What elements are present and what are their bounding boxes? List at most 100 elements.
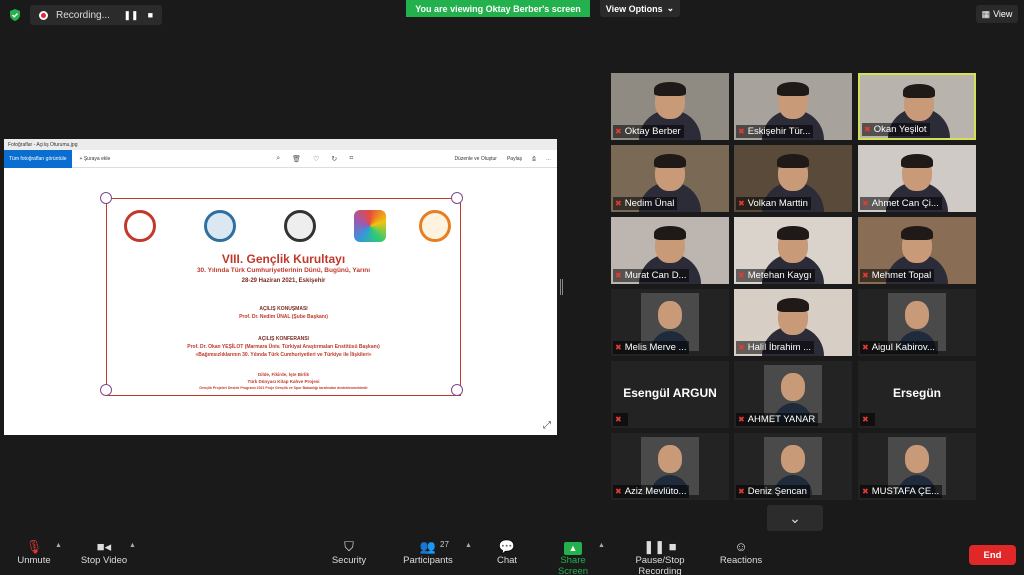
participant-name: MUSTAFA ÇE... [871, 486, 940, 497]
project-logo [354, 210, 386, 242]
favorite-icon[interactable]: ♡ [313, 155, 319, 163]
participant-name-tag: ✖ Nedim Ünal [613, 197, 678, 210]
participant-name-tag: ✖ [860, 413, 875, 426]
muted-mic-icon: ✖ [864, 125, 871, 134]
video-options-caret-icon[interactable]: ▲ [129, 542, 136, 549]
share-screen-button[interactable]: ▲ Share Screen [545, 538, 601, 575]
participant-tile[interactable]: ✖ Aigul Kabirov... [858, 289, 976, 356]
shield-icon: ⛉ [344, 539, 354, 554]
participants-options-caret-icon[interactable]: ▲ [465, 542, 472, 549]
pause-recording-icon[interactable]: ❚❚ [123, 10, 138, 21]
participant-name-tag: ✖ Okan Yeşilot [862, 123, 930, 136]
university-logo [204, 210, 236, 242]
recording-indicator: Recording... ❚❚ ■ [30, 5, 162, 25]
more-icon[interactable]: … [546, 156, 551, 162]
photo-viewer: VIII. Gençlik Kurultayı 30. Yılında Türk… [4, 168, 557, 435]
shared-screen[interactable]: Fotoğraflar - Açılış Oturumu.jpg Tüm fot… [4, 139, 557, 435]
muted-mic-icon: ✖ [738, 415, 745, 424]
participant-name: Volkan Marttin [747, 198, 808, 209]
participant-name: Murat Can D... [624, 270, 687, 281]
muted-mic-icon: ✖ [738, 127, 745, 136]
chevron-down-icon: ⌄ [789, 509, 801, 526]
poster-opening-speaker: Prof. Dr. Nedim ÜNAL (Şube Başkanı) [239, 314, 328, 320]
unmute-label: Unmute [17, 555, 51, 566]
unmute-button[interactable]: 🎙 Unmute [14, 538, 54, 566]
participant-name: Aigul Kabirov... [871, 342, 935, 353]
share-photo-button[interactable]: Paylaş [507, 156, 522, 162]
audio-options-caret-icon[interactable]: ▲ [55, 542, 62, 549]
chat-bubble-icon: 💬 [498, 539, 516, 554]
muted-mic-icon: ✖ [738, 487, 745, 496]
participant-display-name: Ersegün [892, 386, 941, 400]
stop-video-label: Stop Video [80, 555, 128, 566]
participant-tile[interactable]: ✖ Ahmet Can Çi... [858, 145, 976, 212]
participant-name-tag: ✖ Oktay Berber [613, 125, 684, 138]
participant-tile[interactable]: Esengül ARGUN ✖ [611, 361, 729, 428]
muted-mic-icon: ✖ [862, 343, 869, 352]
participant-tile[interactable]: ✖ Halil İbrahim ... [734, 289, 852, 356]
participant-name: Deniz Şencan [747, 486, 807, 497]
reactions-label: Reactions [719, 555, 763, 566]
participant-name: Okan Yeşilot [873, 124, 927, 135]
participant-tile[interactable]: ✖ Metehan Kaygı [734, 217, 852, 284]
participant-name-tag: ✖ [613, 413, 628, 426]
view-button[interactable]: ▦ View [976, 5, 1018, 23]
viewing-screen-banner: You are viewing Oktay Berber's screen [406, 0, 590, 17]
participant-tile[interactable]: ✖ Eskişehir Tür... [734, 73, 852, 140]
view-all-photos-button[interactable]: Tüm fotoğrafları görüntüle [4, 149, 72, 168]
poster-conference-speaker: Prof. Dr. Okan YEŞİLOT (Marmara Üniv. Tü… [187, 344, 380, 350]
video-camera-icon: ■◂ [96, 539, 112, 554]
grid-icon: ▦ [981, 8, 991, 19]
participant-tile[interactable]: ✖ MUSTAFA ÇE... [858, 433, 976, 500]
participant-tile[interactable]: ✖ Volkan Marttin [734, 145, 852, 212]
pause-stop-recording-button[interactable]: ❚❚ ■ Pause/Stop Recording [614, 538, 706, 575]
crop-icon[interactable]: ⌗ [349, 155, 353, 163]
share-options-caret-icon[interactable]: ▲ [598, 542, 605, 549]
participant-tile[interactable]: Ersegün ✖ [858, 361, 976, 428]
participant-name: Melis Merve ... [624, 342, 687, 353]
participant-name-tag: ✖ Melis Merve ... [613, 341, 690, 354]
participant-tile[interactable]: ✖ Okan Yeşilot [858, 73, 976, 140]
zoom-icon[interactable]: ⌕ [276, 155, 280, 163]
muted-mic-icon: ✖ [862, 199, 869, 208]
recording-label: Recording... [56, 9, 110, 21]
participant-tile[interactable]: ✖ Murat Can D... [611, 217, 729, 284]
end-meeting-button[interactable]: End [969, 545, 1016, 565]
stop-recording-icon[interactable]: ■ [148, 10, 153, 20]
participant-tile[interactable]: ✖ Nedim Ünal [611, 145, 729, 212]
security-button[interactable]: ⛉ Security [330, 538, 368, 566]
chat-button[interactable]: 💬 Chat [492, 538, 522, 566]
reactions-button[interactable]: ☺ Reactions [719, 538, 763, 566]
participant-name-tag: ✖ AHMET YANAR [736, 413, 819, 426]
participant-name: Mehmet Topal [871, 270, 932, 281]
rotate-icon[interactable]: ↻ [331, 155, 337, 163]
record-dot-icon [39, 10, 48, 20]
muted-mic-icon: ✖ [615, 199, 622, 208]
muted-mic-icon: 🎙 [25, 539, 43, 554]
expand-icon[interactable]: ⤢ [543, 420, 551, 431]
participant-tile[interactable]: ✖ Deniz Şencan [734, 433, 852, 500]
stop-video-button[interactable]: ■◂ Stop Video [78, 538, 130, 566]
add-to-button[interactable]: + Şuraya ekle [80, 156, 111, 162]
muted-mic-icon: ✖ [862, 487, 869, 496]
delete-icon[interactable]: 🗑 [292, 155, 301, 163]
resize-handle[interactable] [560, 279, 563, 295]
muted-mic-icon: ✖ [738, 199, 745, 208]
poster-subtitle: 30. Yılında Türk Cumhuriyetlerinin Dünü,… [196, 267, 371, 274]
muted-mic-icon: ✖ [615, 487, 622, 496]
participant-tile[interactable]: ✖ Melis Merve ... [611, 289, 729, 356]
shield-check-icon[interactable] [8, 8, 22, 22]
view-options-button[interactable]: View Options ⌄ [600, 0, 680, 17]
poster-opening-conference: AÇILIŞ KONFERANSI [258, 336, 309, 342]
edit-create-button[interactable]: Düzenle ve Oluştur [454, 156, 497, 162]
poster-motto: Dilde, Fikirde, İşte Birlik [257, 372, 310, 377]
gallery-next-page-button[interactable]: ⌄ [767, 505, 823, 531]
participant-tile[interactable]: ✖ Oktay Berber [611, 73, 729, 140]
institution-logo [284, 210, 316, 242]
association-logo [419, 210, 451, 242]
participant-tile[interactable]: ✖ Aziz Mevlüto... [611, 433, 729, 500]
participant-name-tag: ✖ Mehmet Topal [860, 269, 935, 282]
participant-tile[interactable]: ✖ Mehmet Topal [858, 217, 976, 284]
print-icon[interactable]: ⎙ [532, 156, 536, 162]
participant-tile[interactable]: ✖ AHMET YANAR [734, 361, 852, 428]
